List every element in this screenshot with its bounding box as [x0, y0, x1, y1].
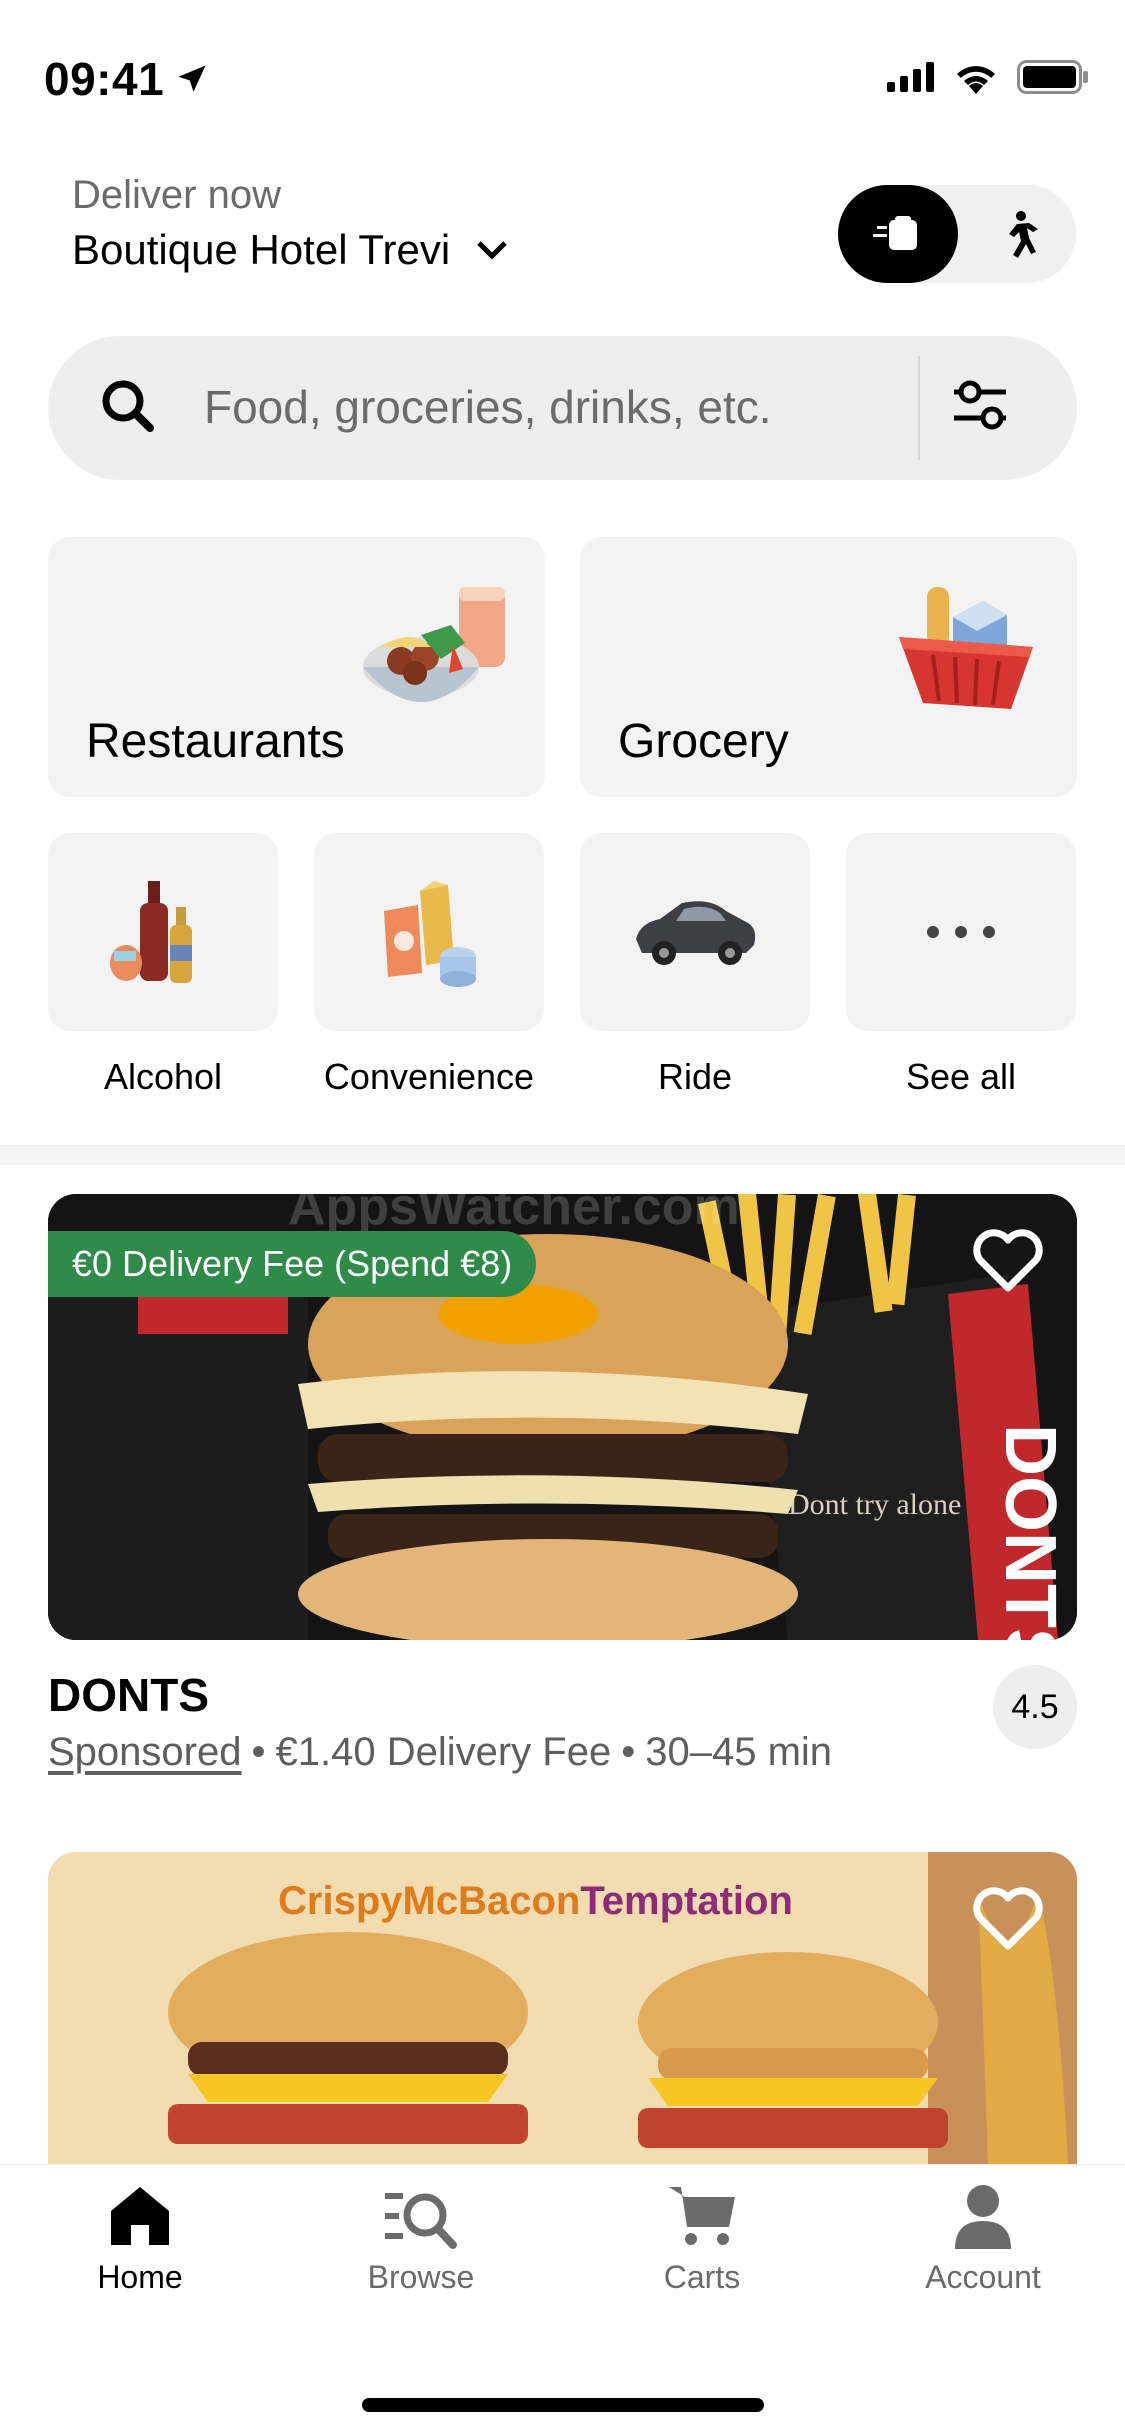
category-label: Ride	[657, 1056, 733, 1097]
category-convenience[interactable]	[314, 833, 544, 1031]
promo-title-part2: Temptation	[580, 1879, 793, 1923]
search-bar[interactable]: Food, groceries, drinks, etc.	[48, 336, 1077, 480]
store-meta: Sponsored • €1.40 Delivery Fee • 30–45 m…	[48, 1730, 832, 1775]
delivery-fee: €1.40 Delivery Fee	[275, 1730, 612, 1774]
walking-person-icon	[1009, 211, 1038, 258]
category-label: See all	[905, 1056, 1017, 1097]
tab-bar: Home Browse Carts Account	[0, 2164, 1125, 2436]
location-arrow-icon	[178, 65, 206, 92]
delivery-eta: 30–45 min	[645, 1730, 833, 1774]
deliver-now-label: Deliver now	[72, 173, 281, 217]
address-text: Boutique Hotel Trevi	[72, 226, 451, 273]
delivery-bag-icon	[873, 216, 917, 250]
tab-browse[interactable]: Browse	[311, 2183, 531, 2296]
tab-home[interactable]: Home	[30, 2183, 250, 2296]
tab-label: Account	[925, 2259, 1041, 2295]
wifi-icon	[957, 66, 995, 94]
status-bar: 09:41	[0, 0, 1125, 150]
address-selector[interactable]: Boutique Hotel Trevi	[72, 226, 508, 274]
burger-slogan: Dont try alone	[788, 1488, 961, 1521]
food-bowl-icon	[363, 587, 505, 702]
grocery-basket-icon	[899, 587, 1033, 709]
meta-separator: •	[251, 1730, 266, 1774]
sliders-icon[interactable]	[948, 374, 1012, 438]
tab-label: Home	[97, 2259, 183, 2295]
rating-badge: 4.5	[993, 1665, 1077, 1749]
heart-icon[interactable]	[972, 1228, 1044, 1294]
svg-text:CrispyMcBaconTemptation: CrispyMcBaconTemptation	[278, 1879, 793, 1923]
tab-account[interactable]: Account	[873, 2183, 1093, 2296]
category-label: Grocery	[618, 715, 789, 768]
fries-box-brand-text: DONTS	[990, 1424, 1070, 1640]
status-icons	[887, 60, 1089, 94]
delivery-pickup-toggle[interactable]	[838, 185, 1076, 283]
bottles-icon	[110, 881, 192, 983]
search-input[interactable]: Food, groceries, drinks, etc.	[204, 380, 772, 434]
category-see-all[interactable]	[846, 833, 1076, 1031]
tab-carts[interactable]: Carts	[592, 2183, 812, 2296]
category-label: Restaurants	[86, 715, 345, 768]
search-divider	[918, 356, 920, 460]
category-restaurants[interactable]: Restaurants	[48, 537, 545, 797]
chevron-down-icon	[477, 241, 507, 260]
promo-badge: €0 Delivery Fee (Spend €8)	[48, 1231, 537, 1297]
heart-icon[interactable]	[972, 1886, 1044, 1952]
car-icon	[636, 901, 756, 965]
meta-separator: •	[621, 1730, 636, 1774]
home-indicator	[362, 2398, 764, 2412]
search-icon	[102, 380, 154, 432]
battery-icon	[1017, 60, 1088, 94]
promo-title-part1: CrispyMcBacon	[278, 1879, 580, 1923]
delivery-mode-button[interactable]	[838, 185, 958, 283]
category-ride[interactable]	[580, 833, 810, 1031]
convenience-bags-icon	[384, 881, 476, 987]
status-time: 09:41	[44, 52, 210, 106]
mcbacon-image: CrispyMcBaconTemptation	[48, 1852, 1077, 2164]
more-dots-icon	[927, 926, 995, 938]
section-divider	[0, 1145, 1125, 1165]
browse-search-icon	[385, 2193, 457, 2249]
store-name[interactable]: DONTS	[48, 1668, 209, 1722]
image-watermark: AppsWatcher.com	[288, 1194, 740, 1236]
store-image-mcdonalds[interactable]: CrispyMcBaconTemptation	[48, 1852, 1077, 2164]
tab-label: Browse	[367, 2259, 475, 2295]
account-person-icon	[955, 2185, 1011, 2249]
home-icon	[111, 2187, 169, 2245]
cart-icon	[669, 2187, 735, 2245]
category-grocery[interactable]: Grocery	[580, 537, 1077, 797]
tab-label: Carts	[663, 2259, 741, 2295]
sponsored-label[interactable]: Sponsored	[48, 1730, 241, 1775]
category-label: Alcohol	[103, 1056, 223, 1097]
pickup-mode-button[interactable]	[972, 185, 1062, 283]
cellular-signal-icon	[887, 62, 934, 92]
category-alcohol[interactable]	[48, 833, 278, 1031]
category-label: Convenience	[323, 1056, 535, 1097]
